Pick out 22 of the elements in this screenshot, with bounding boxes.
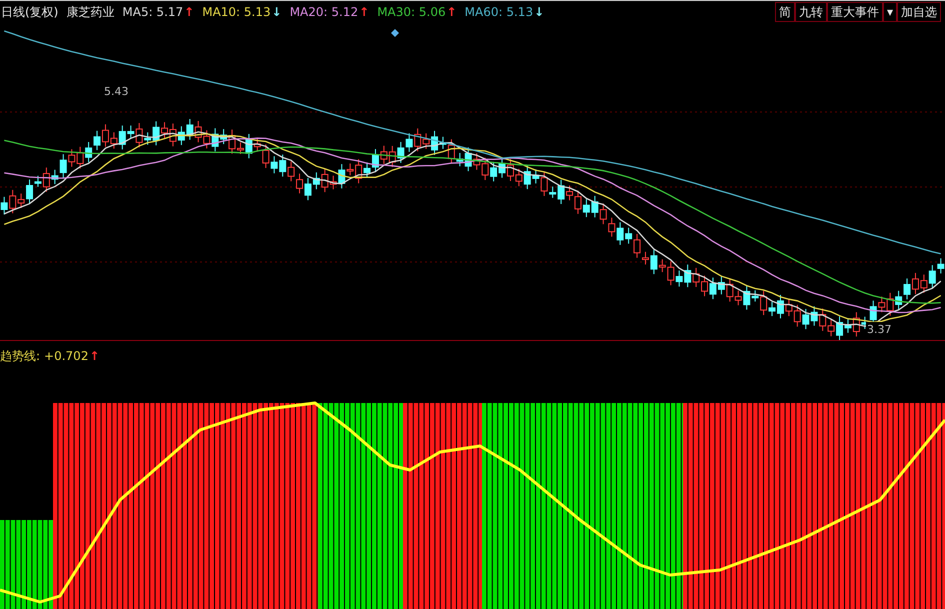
toolbar-button[interactable]: 重大事件 xyxy=(826,2,883,22)
trend-arrow: ↓ xyxy=(272,4,282,20)
moving-average-reading: MA5: 5.17 xyxy=(122,4,184,20)
moving-average-reading: MA60: 5.13 xyxy=(464,4,534,20)
trend-arrow: ↑ xyxy=(446,4,457,20)
toolbar-button[interactable]: 简 xyxy=(774,2,795,22)
toolbar-button[interactable]: 加自选 xyxy=(897,2,941,22)
trend-arrow: ↓ xyxy=(534,4,544,20)
moving-average-reading: MA30: 5.06 xyxy=(377,4,446,20)
indicator-name: 趋势线: xyxy=(0,348,40,364)
stock-name: 康芝药业 xyxy=(66,4,114,20)
trend-arrow: ↑ xyxy=(359,4,370,20)
moving-average-reading: MA10: 5.13 xyxy=(202,4,271,20)
trend-arrow: ↑ xyxy=(89,348,100,364)
toolbar-button[interactable]: 九转 xyxy=(794,2,827,22)
toolbar-button[interactable]: ▾ xyxy=(882,2,897,22)
period-label: 日线(复权) xyxy=(1,4,58,20)
diamond-marker-icon xyxy=(391,29,399,37)
moving-average-reading: MA20: 5.12 xyxy=(290,4,358,20)
high-price-label: 5.43 xyxy=(104,84,128,100)
indicator-reading: +0.702 xyxy=(44,348,88,364)
trend-arrow: ↑ xyxy=(184,4,194,20)
